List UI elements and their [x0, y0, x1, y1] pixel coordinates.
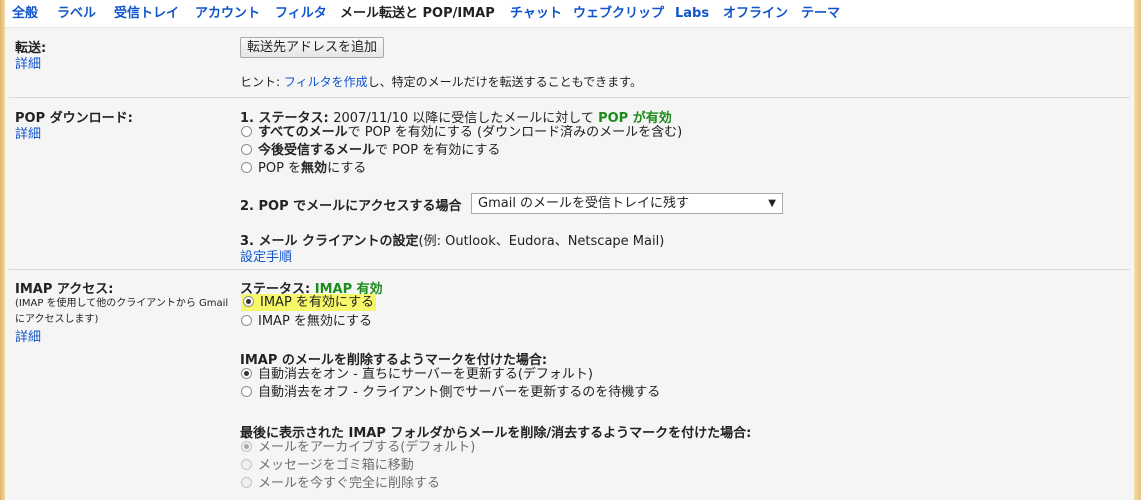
- pop-option-new-rest: で POP を有効にする: [375, 143, 501, 158]
- forwarding-detail-link[interactable]: 詳細: [15, 53, 41, 72]
- imap-disable-label: IMAP を無効にする: [258, 314, 373, 329]
- tab-accounts[interactable]: アカウント: [195, 4, 260, 24]
- imap-enable-option[interactable]: IMAP を有効にする: [241, 294, 377, 312]
- setup-instructions-link[interactable]: 設定手順: [240, 246, 292, 265]
- radio-button[interactable]: [241, 315, 252, 326]
- radio-button[interactable]: [241, 386, 252, 397]
- pop-option-disable[interactable]: POP を無効にする: [241, 160, 366, 178]
- dropdown-arrow-icon: ▼: [768, 198, 776, 209]
- section-divider: [9, 97, 1130, 98]
- delete-forever-option[interactable]: メールを今すぐ完全に削除する: [241, 475, 440, 493]
- radio-button[interactable]: [241, 126, 252, 137]
- imap-disable-option[interactable]: IMAP を無効にする: [241, 313, 372, 331]
- imap-detail-link[interactable]: 詳細: [15, 326, 41, 345]
- pop-option-new-bold: 今後受信するメール: [258, 143, 376, 158]
- autoexpunge-off-label: 自動消去をオフ - クライアント側でサーバーを更新するのを待機する: [258, 385, 661, 400]
- imap-note: (IMAP を使用して他のクライアントから Gmail にアクセスします): [15, 298, 229, 325]
- autoexpunge-off-option[interactable]: 自動消去をオフ - クライアント側でサーバーを更新するのを待機する: [241, 384, 660, 402]
- tab-labs[interactable]: Labs: [675, 4, 709, 24]
- hint-suffix: し、特定のメールだけを転送することもできます。: [367, 75, 642, 89]
- tab-chat[interactable]: チャット: [510, 4, 562, 24]
- imap-label: IMAP アクセス:: [15, 282, 114, 297]
- archive-option[interactable]: メールをアーカイブする(デフォルト): [241, 439, 475, 457]
- autoexpunge-on-label: 自動消去をオン - 直ちにサーバーを更新する(デフォルト): [258, 367, 593, 382]
- pop-access-select[interactable]: Gmail のメールを受信トレイに残す ▼: [471, 193, 783, 214]
- radio-button-selected[interactable]: [241, 368, 252, 379]
- section-divider: [9, 269, 1130, 270]
- pop-client-settings: 3. メール クライアントの設定(例: Outlook、Eudora、Netsc…: [240, 230, 664, 249]
- trash-label: メッセージをゴミ箱に移動: [258, 458, 414, 473]
- tab-filters[interactable]: フィルタ: [275, 4, 327, 24]
- tab-web-clips[interactable]: ウェブクリップ: [573, 4, 664, 24]
- tab-inbox[interactable]: 受信トレイ: [114, 4, 179, 24]
- radio-button-disabled[interactable]: [241, 477, 252, 488]
- pop-detail-link[interactable]: 詳細: [15, 123, 41, 142]
- radio-button-disabled[interactable]: [241, 441, 252, 452]
- pop-option-new-mail[interactable]: 今後受信するメールで POP を有効にする: [241, 142, 500, 160]
- window-frame-right: [1134, 0, 1141, 500]
- pop-option-all-mail[interactable]: すべてのメールで POP を有効にする (ダウンロード済みのメールを含む): [241, 124, 682, 142]
- pop-option-all-bold: すべてのメール: [258, 125, 348, 140]
- archive-label: メールをアーカイブする(デフォルト): [258, 440, 476, 455]
- add-forwarding-address-button[interactable]: 転送先アドレスを追加: [240, 37, 385, 58]
- create-filter-link[interactable]: フィルタを作成: [284, 75, 368, 89]
- imap-enable-label: IMAP を有効にする: [260, 295, 375, 310]
- tab-labels[interactable]: ラベル: [57, 4, 96, 24]
- tab-general[interactable]: 全般: [12, 4, 38, 24]
- tab-forwarding-pop-imap[interactable]: メール転送と POP/IMAP: [340, 4, 495, 24]
- radio-button-selected[interactable]: [243, 296, 254, 307]
- forwarding-hint: ヒント: フィルタを作成し、特定のメールだけを転送することもできます。: [240, 73, 642, 90]
- settings-content: 転送: 詳細 転送先アドレスを追加 ヒント: フィルタを作成し、特定のメールだけ…: [5, 28, 1134, 500]
- settings-tab-bar: 全般 ラベル 受信トレイ アカウント フィルタ メール転送と POP/IMAP …: [5, 0, 1134, 28]
- pop-access-label: 2. POP でメールにアクセスする場合: [240, 199, 462, 214]
- pop-option-disable-prefix: POP を: [258, 161, 302, 176]
- pop-option-all-rest: で POP を有効にする (ダウンロード済みのメールを含む): [347, 125, 683, 140]
- autoexpunge-on-option[interactable]: 自動消去をオン - 直ちにサーバーを更新する(デフォルト): [241, 366, 593, 384]
- pop-access-selected: Gmail のメールを受信トレイに残す: [478, 196, 690, 211]
- delete-forever-label: メールを今すぐ完全に削除する: [258, 476, 441, 491]
- tab-themes[interactable]: テーマ: [801, 4, 840, 24]
- radio-button[interactable]: [241, 144, 252, 155]
- pop-option-disable-bold: 無効: [301, 161, 328, 176]
- radio-button-disabled[interactable]: [241, 459, 252, 470]
- trash-option[interactable]: メッセージをゴミ箱に移動: [241, 457, 414, 475]
- pop-option-disable-suffix: にする: [327, 161, 367, 176]
- radio-button[interactable]: [241, 162, 252, 173]
- imap-enable-highlight: IMAP を有効にする: [241, 294, 377, 311]
- pop-client-example: (例: Outlook、Eudora、Netscape Mail): [418, 234, 665, 249]
- hint-prefix: ヒント:: [240, 75, 284, 89]
- tab-offline[interactable]: オフライン: [723, 4, 788, 24]
